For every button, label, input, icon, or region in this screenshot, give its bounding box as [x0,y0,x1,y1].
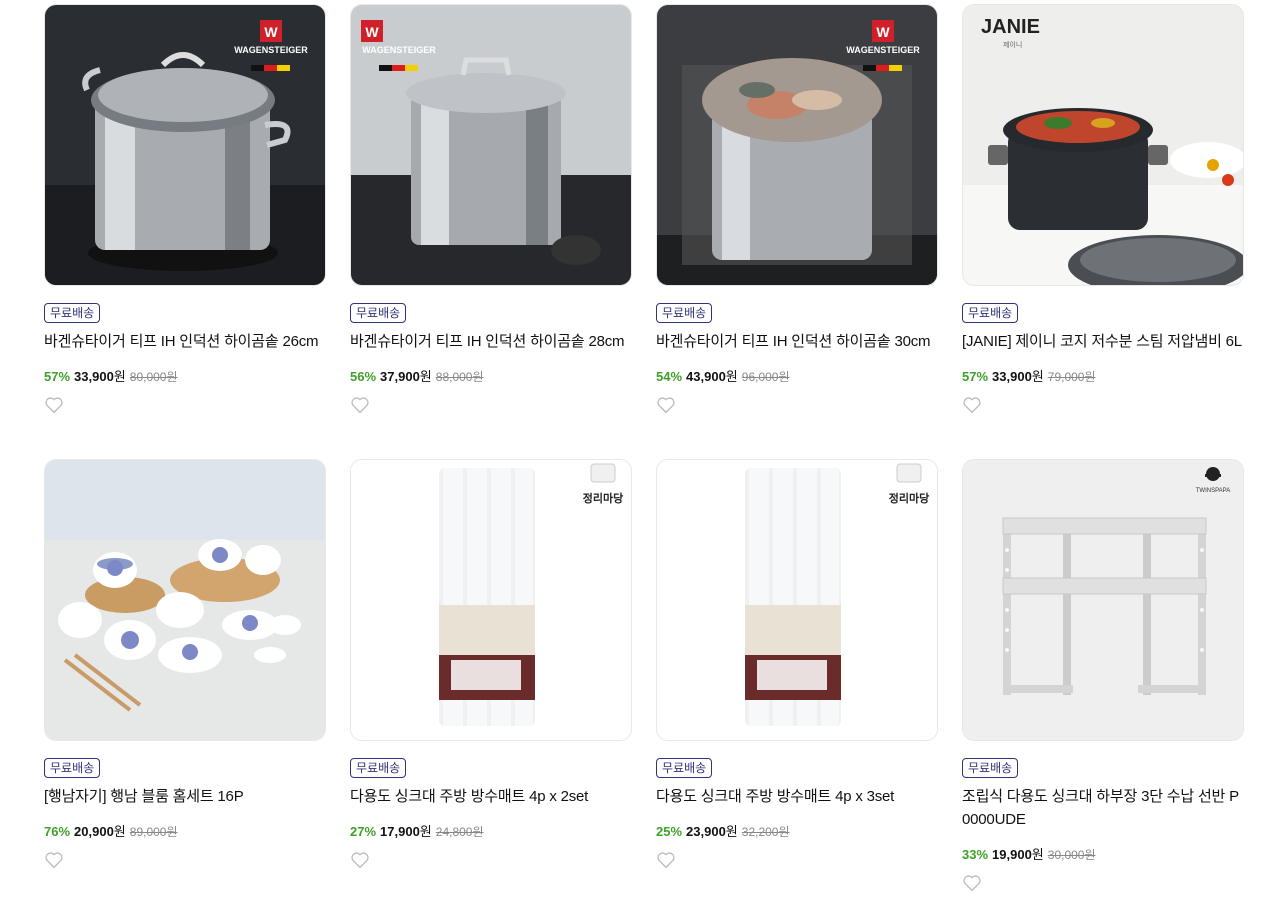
discount-rate: 54% [656,369,683,384]
brand-logo-text: 정리마당 [889,491,929,505]
free-shipping-badge: 무료배송 [656,758,713,778]
product-image[interactable]: W WAGENSTEIGER [656,4,938,286]
product-image[interactable]: W WAGENSTEIGER [350,4,632,286]
currency-unit: 원 [1031,369,1044,384]
currency-unit: 원 [725,824,738,839]
product-image[interactable] [44,459,326,741]
heart-outline-icon[interactable] [962,396,982,414]
original-price: 24,800원 [435,825,484,839]
free-shipping-badge: 무료배송 [962,303,1019,323]
brand-logo-text: WAGENSTEIGER [234,45,308,55]
free-shipping-badge: 무료배송 [656,303,713,323]
price-row: 76% 20,900원 89,000원 [44,823,326,841]
brand-logo-text: JANIE [981,16,1040,38]
product-name[interactable]: 다용도 싱크대 주방 방수매트 4p x 2set [350,785,632,808]
brand-logo-text: WAGENSTEIGER [362,45,436,55]
currency-unit: 원 [113,369,126,384]
product-name[interactable]: 바겐슈타이거 티프 IH 인덕션 하이곰솥 30cm [656,330,938,353]
product-card[interactable]: JANIE 제이니 무료배송 [JANIE] 제이니 코지 저수분 스팀 저압냄… [962,4,1244,459]
product-name[interactable]: 바겐슈타이거 티프 IH 인덕션 하이곰솥 28cm [350,330,632,353]
sale-price: 33,900 [992,369,1032,384]
product-grid: W WAGENSTEIGER 무료배송 바겐슈타이거 티프 IH 인덕션 하이곰… [44,4,1244,914]
product-image[interactable]: 정리마당 [350,459,632,741]
currency-unit: 원 [725,369,738,384]
product-image[interactable]: JANIE 제이니 [962,4,1244,286]
discount-rate: 33% [962,847,989,862]
free-shipping-badge: 무료배송 [962,758,1019,778]
product-card[interactable]: 정리마당 무료배송 다용도 싱크대 주방 방수매트 4p x 2set 27% 1… [350,459,632,914]
heart-outline-icon[interactable] [350,396,370,414]
currency-unit: 원 [1031,847,1044,862]
currency-unit: 원 [419,369,432,384]
discount-rate: 25% [656,824,683,839]
heart-outline-icon[interactable] [656,851,676,869]
product-name[interactable]: [행남자기] 행남 블룸 홈세트 16P [44,785,326,808]
original-price: 80,000원 [129,370,178,384]
brand-logo-subtext: 제이니 [1003,40,1022,49]
currency-unit: 원 [419,824,432,839]
free-shipping-badge: 무료배송 [44,303,101,323]
product-card[interactable]: W WAGENSTEIGER 무료배송 바겐슈타이거 티프 IH 인덕션 하이곰… [44,4,326,459]
heart-outline-icon[interactable] [44,851,64,869]
original-price: 30,000원 [1047,848,1096,862]
price-row: 57% 33,900원 80,000원 [44,368,326,386]
product-card[interactable]: W WAGENSTEIGER 무료배송 바겐슈타이거 티프 IH 인덕션 하이곰… [656,4,938,459]
sale-price: 20,900 [74,824,114,839]
price-row: 56% 37,900원 88,000원 [350,368,632,386]
price-row: 57% 33,900원 79,000원 [962,368,1244,386]
free-shipping-badge: 무료배송 [44,758,101,778]
svg-text:W: W [264,24,278,40]
price-row: 25% 23,900원 32,200원 [656,823,938,841]
svg-text:W: W [365,24,379,40]
original-price: 89,000원 [129,825,178,839]
heart-outline-icon[interactable] [962,874,982,892]
original-price: 88,000원 [435,370,484,384]
heart-outline-icon[interactable] [44,396,64,414]
discount-rate: 57% [962,369,989,384]
product-card[interactable]: TWINSPAPA 무료배송 조립식 다용도 싱크대 하부장 3단 수납 선반 … [962,459,1244,914]
product-name[interactable]: 다용도 싱크대 주방 방수매트 4p x 3set [656,785,938,808]
sale-price: 43,900 [686,369,726,384]
product-card[interactable]: 무료배송 [행남자기] 행남 블룸 홈세트 16P 76% 20,900원 89,0… [44,459,326,914]
sale-price: 37,900 [380,369,420,384]
free-shipping-badge: 무료배송 [350,303,407,323]
product-image[interactable]: TWINSPAPA [962,459,1244,741]
price-row: 54% 43,900원 96,000원 [656,368,938,386]
sale-price: 23,900 [686,824,726,839]
heart-outline-icon[interactable] [656,396,676,414]
product-image[interactable]: W WAGENSTEIGER [44,4,326,286]
product-image[interactable]: 정리마당 [656,459,938,741]
product-name[interactable]: 바겐슈타이거 티프 IH 인덕션 하이곰솥 26cm [44,330,326,353]
price-row: 27% 17,900원 24,800원 [350,823,632,841]
svg-text:W: W [876,24,890,40]
sale-price: 19,900 [992,847,1032,862]
brand-logo-text: TWINSPAPA [1196,488,1230,494]
sale-price: 17,900 [380,824,420,839]
brand-logo-text: 정리마당 [583,491,623,505]
price-row: 33% 19,900원 30,000원 [962,846,1244,864]
brand-logo-text: WAGENSTEIGER [846,45,920,55]
product-card[interactable]: 정리마당 무료배송 다용도 싱크대 주방 방수매트 4p x 3set 25% 2… [656,459,938,914]
discount-rate: 56% [350,369,377,384]
product-card[interactable]: W WAGENSTEIGER 무료배송 바겐슈타이거 티프 IH 인덕션 하이곰… [350,4,632,459]
discount-rate: 76% [44,824,71,839]
sale-price: 33,900 [74,369,114,384]
currency-unit: 원 [113,824,126,839]
original-price: 79,000원 [1047,370,1096,384]
heart-outline-icon[interactable] [350,851,370,869]
product-name[interactable]: [JANIE] 제이니 코지 저수분 스팀 저압냄비 6L [962,330,1244,353]
discount-rate: 27% [350,824,377,839]
free-shipping-badge: 무료배송 [350,758,407,778]
product-name[interactable]: 조립식 다용도 싱크대 하부장 3단 수납 선반 P0000UDE [962,785,1244,831]
discount-rate: 57% [44,369,71,384]
original-price: 32,200원 [741,825,790,839]
original-price: 96,000원 [741,370,790,384]
